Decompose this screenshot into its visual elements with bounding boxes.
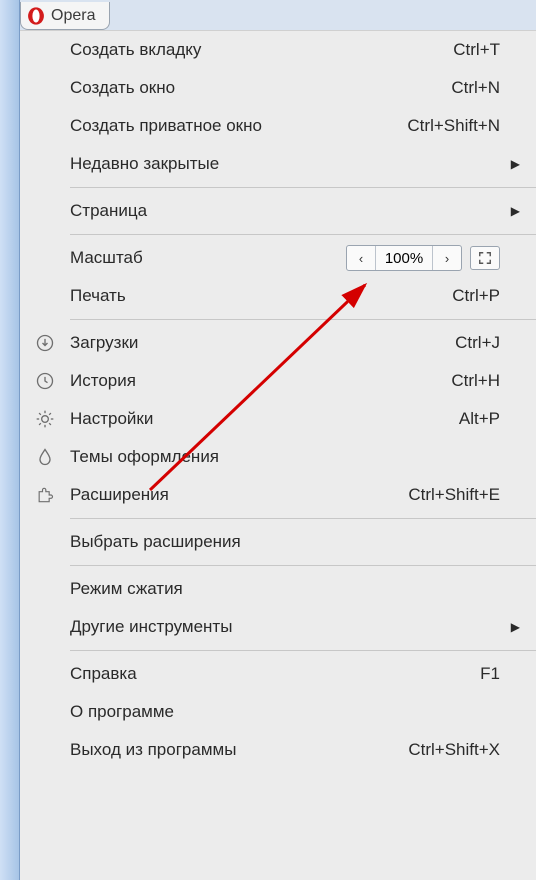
menu-item-print[interactable]: Печать Ctrl+P xyxy=(20,277,536,315)
menu-item-compression[interactable]: Режим сжатия xyxy=(20,570,536,608)
menu-shortcut: Alt+P xyxy=(380,409,500,429)
menu-shortcut: Ctrl+N xyxy=(380,78,500,98)
chevron-right-icon: ▶ xyxy=(500,204,520,218)
gear-icon xyxy=(20,409,70,429)
menu-shortcut: Ctrl+H xyxy=(380,371,500,391)
menu-item-exit[interactable]: Выход из программы Ctrl+Shift+X xyxy=(20,731,536,769)
menu-label: Создать приватное окно xyxy=(70,116,380,136)
menu-item-help[interactable]: Справка F1 xyxy=(20,655,536,693)
zoom-out-button[interactable]: ‹ xyxy=(347,246,375,270)
main-menu: Создать вкладку Ctrl+T Создать окно Ctrl… xyxy=(20,30,536,880)
menu-item-extensions[interactable]: Расширения Ctrl+Shift+E xyxy=(20,476,536,514)
chevron-right-icon: ▶ xyxy=(500,620,520,634)
menu-item-zoom: Масштаб ‹ 100% › xyxy=(20,239,536,277)
menu-label: Темы оформления xyxy=(70,447,380,467)
menu-separator xyxy=(70,187,536,188)
clock-icon xyxy=(20,371,70,391)
download-icon xyxy=(20,333,70,353)
menu-item-downloads[interactable]: Загрузки Ctrl+J xyxy=(20,324,536,362)
window-frame-edge xyxy=(0,0,20,880)
zoom-in-button[interactable]: › xyxy=(433,246,461,270)
menu-label: Печать xyxy=(70,286,380,306)
menu-separator xyxy=(70,518,536,519)
menu-item-new-tab[interactable]: Создать вкладку Ctrl+T xyxy=(20,31,536,69)
menu-label: Создать вкладку xyxy=(70,40,380,60)
menu-label: Справка xyxy=(70,664,380,684)
chevron-left-icon: ‹ xyxy=(359,251,363,266)
menu-item-new-private[interactable]: Создать приватное окно Ctrl+Shift+N xyxy=(20,107,536,145)
menu-label: Загрузки xyxy=(70,333,380,353)
menu-label: Расширения xyxy=(70,485,380,505)
menu-item-get-extensions[interactable]: Выбрать расширения xyxy=(20,523,536,561)
menu-shortcut: Ctrl+Shift+E xyxy=(380,485,500,505)
menu-item-page[interactable]: Страница ▶ xyxy=(20,192,536,230)
zoom-value: 100% xyxy=(375,246,433,270)
menu-label: Настройки xyxy=(70,409,380,429)
menu-label: Недавно закрытые xyxy=(70,154,380,174)
menu-separator xyxy=(70,650,536,651)
menu-separator xyxy=(70,565,536,566)
opera-logo-icon xyxy=(27,7,45,25)
fullscreen-icon xyxy=(478,251,492,265)
zoom-controls: ‹ 100% › xyxy=(346,245,500,271)
menu-separator xyxy=(70,319,536,320)
menu-item-recent[interactable]: Недавно закрытые ▶ xyxy=(20,145,536,183)
opera-menu-label: Opera xyxy=(51,7,95,25)
zoom-fit-button[interactable] xyxy=(470,246,500,270)
menu-item-settings[interactable]: Настройки Alt+P xyxy=(20,400,536,438)
menu-label: Выбрать расширения xyxy=(70,532,380,552)
menu-shortcut: Ctrl+J xyxy=(380,333,500,353)
menu-item-new-window[interactable]: Создать окно Ctrl+N xyxy=(20,69,536,107)
menu-label: Страница xyxy=(70,201,380,221)
drop-icon xyxy=(20,447,70,467)
opera-menu-button[interactable]: Opera xyxy=(20,2,110,30)
menu-item-themes[interactable]: Темы оформления xyxy=(20,438,536,476)
chevron-right-icon: › xyxy=(445,251,449,266)
menu-shortcut: F1 xyxy=(380,664,500,684)
menu-item-about[interactable]: О программе xyxy=(20,693,536,731)
chevron-right-icon: ▶ xyxy=(500,157,520,171)
menu-label: Другие инструменты xyxy=(70,617,380,637)
menu-label: История xyxy=(70,371,380,391)
menu-label: О программе xyxy=(70,702,380,722)
menu-separator xyxy=(70,234,536,235)
menu-item-history[interactable]: История Ctrl+H xyxy=(20,362,536,400)
menu-shortcut: Ctrl+Shift+N xyxy=(380,116,500,136)
menu-shortcut: Ctrl+P xyxy=(380,286,500,306)
puzzle-icon xyxy=(20,485,70,505)
menu-label: Создать окно xyxy=(70,78,380,98)
menu-shortcut: Ctrl+T xyxy=(380,40,500,60)
menu-label: Выход из программы xyxy=(70,740,380,760)
menu-item-more-tools[interactable]: Другие инструменты ▶ xyxy=(20,608,536,646)
menu-shortcut: Ctrl+Shift+X xyxy=(380,740,500,760)
menu-label: Режим сжатия xyxy=(70,579,380,599)
menu-label: Масштаб xyxy=(70,248,346,268)
